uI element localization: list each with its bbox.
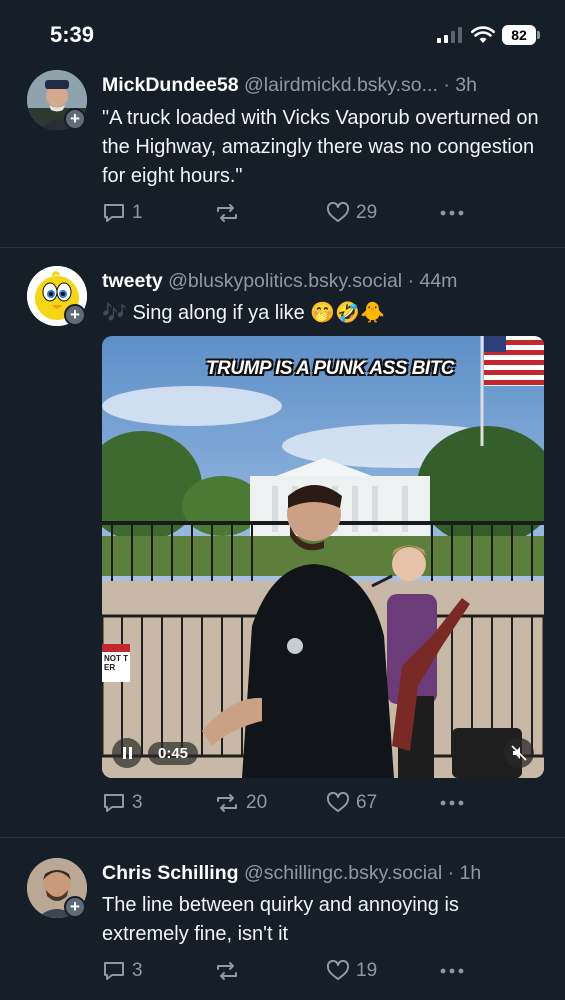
video-elapsed-time: 0:45 xyxy=(148,741,199,765)
post-text: The line between quirky and annoying is … xyxy=(102,894,459,945)
author-name[interactable]: tweety xyxy=(102,270,163,292)
repost-button[interactable]: 20 xyxy=(214,792,267,814)
follow-plus-button[interactable]: + xyxy=(64,896,86,918)
post-header: Chris Schilling @schillingc.bsky.social … xyxy=(102,862,547,885)
status-time: 5:39 xyxy=(50,22,95,47)
author-handle[interactable]: @bluskypolitics.bsky.social xyxy=(168,270,402,292)
mute-button[interactable] xyxy=(504,738,534,768)
follow-plus-button[interactable]: + xyxy=(64,304,86,326)
pause-button[interactable] xyxy=(112,738,142,768)
signal-icon xyxy=(437,27,462,43)
reply-icon xyxy=(104,794,124,812)
video-frame xyxy=(102,336,544,778)
more-icon xyxy=(440,800,464,806)
wifi-icon xyxy=(471,26,495,43)
like-icon xyxy=(326,792,350,812)
more-button[interactable] xyxy=(439,960,465,982)
like-count: 29 xyxy=(356,202,378,223)
more-icon xyxy=(440,968,464,974)
battery-nub xyxy=(537,31,540,39)
repost-icon xyxy=(217,962,237,980)
pause-icon xyxy=(128,747,132,759)
music-notes-emoji: 🎶 xyxy=(102,302,127,324)
author-handle[interactable]: @lairdmickd.bsky.so... xyxy=(244,74,438,96)
more-icon xyxy=(440,210,464,216)
like-icon xyxy=(326,202,350,222)
reply-button[interactable]: 1 xyxy=(102,202,143,224)
post-time: · 3h xyxy=(443,74,477,96)
pause-icon xyxy=(122,747,126,759)
post-item[interactable]: + MickDundee58 @lairdmickd.bsky.so... · … xyxy=(0,66,565,248)
post-text: 🎶 Sing along if ya like 🤭🤣🐥 xyxy=(102,299,542,328)
repost-count: 20 xyxy=(246,792,268,813)
post-time: · 1h xyxy=(447,862,482,884)
reply-count: 3 xyxy=(132,792,143,813)
post-text-body: Sing along if ya like xyxy=(132,302,305,324)
post-item[interactable]: + tweety @bluskypolitics.bsky.social · 4… xyxy=(0,248,565,838)
follow-plus-button[interactable]: + xyxy=(64,108,86,130)
author-name[interactable]: MickDundee58 xyxy=(102,74,239,96)
video-controls: 0:45 xyxy=(112,738,199,768)
repost-button[interactable] xyxy=(214,960,246,982)
post-time: · 44m xyxy=(407,270,458,292)
post-header: tweety @bluskypolitics.bsky.social · 44m xyxy=(102,270,547,293)
like-icon xyxy=(326,960,350,980)
like-button[interactable]: 29 xyxy=(326,202,377,224)
post-actions: 1 29 xyxy=(102,202,502,226)
video-player[interactable]: TRUMP IS A PUNK ASS BITC NOT TER 0:45 xyxy=(102,336,544,778)
post-actions: 3 20 67 xyxy=(102,792,502,816)
reply-icon xyxy=(104,204,124,222)
repost-icon xyxy=(217,204,237,222)
author-name[interactable]: Chris Schilling xyxy=(102,862,239,884)
repost-icon xyxy=(217,794,237,812)
reply-icon xyxy=(104,962,124,980)
post-header: MickDundee58 @lairdmickd.bsky.so... · 3h xyxy=(102,74,547,97)
mute-icon xyxy=(511,745,527,761)
reply-count: 1 xyxy=(132,202,143,223)
post-item[interactable]: + Chris Schilling @schillingc.bsky.socia… xyxy=(0,838,565,1000)
post-emojis: 🤭🤣🐥 xyxy=(310,302,386,324)
author-handle[interactable]: @schillingc.bsky.social xyxy=(244,862,442,884)
reply-button[interactable]: 3 xyxy=(102,792,143,814)
reply-count: 3 xyxy=(132,960,143,981)
video-caption: TRUMP IS A PUNK ASS BITC xyxy=(206,358,455,379)
reply-button[interactable]: 3 xyxy=(102,960,143,982)
status-bar: 5:39 82 xyxy=(0,0,565,66)
like-count: 67 xyxy=(356,792,378,813)
sign-text: NOT TER xyxy=(104,654,128,672)
battery-indicator: 82 xyxy=(502,25,536,45)
more-button[interactable] xyxy=(439,202,465,224)
like-button[interactable]: 19 xyxy=(326,960,377,982)
like-button[interactable]: 67 xyxy=(326,792,377,814)
like-count: 19 xyxy=(356,960,378,981)
post-text: "A truck loaded with Vicks Vaporub overt… xyxy=(102,107,539,187)
more-button[interactable] xyxy=(439,792,465,814)
post-actions: 3 19 xyxy=(102,960,502,984)
repost-button[interactable] xyxy=(214,202,246,224)
